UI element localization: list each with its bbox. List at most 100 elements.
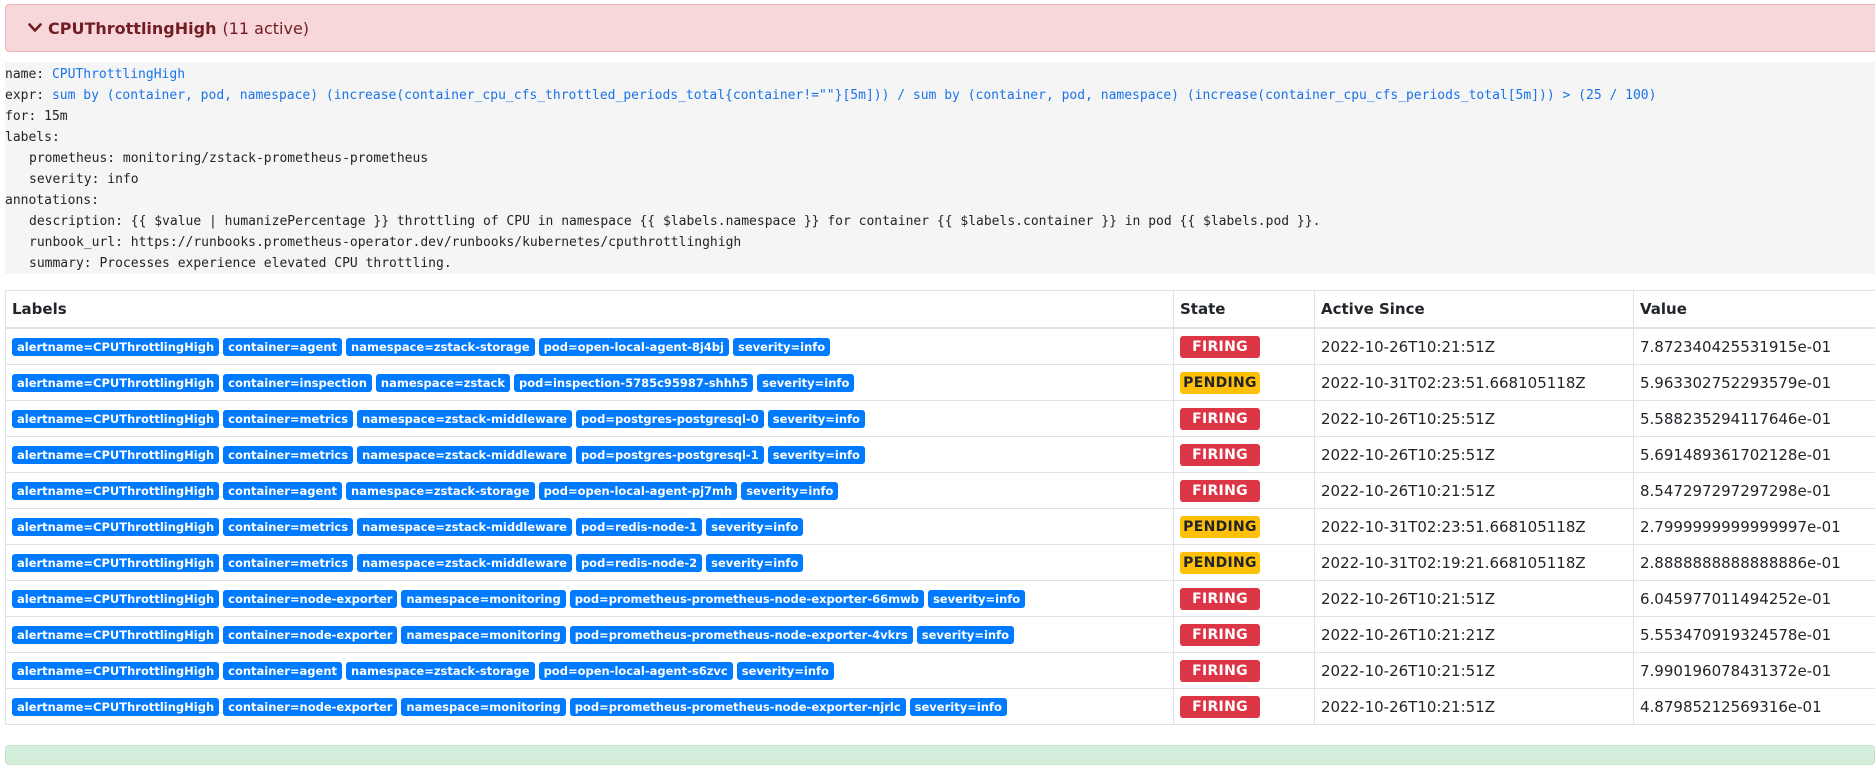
table-row: alertname=CPUThrottlingHighcontainer=nod… <box>6 581 1875 617</box>
rule-annotation-runbook: runbook_url: https://runbooks.prometheus… <box>5 232 1875 253</box>
label-badge: alertname=CPUThrottlingHigh <box>12 554 219 572</box>
value-cell: 7.872340425531915e-01 <box>1634 328 1875 365</box>
state-badge: FIRING <box>1180 408 1260 430</box>
rule-name-link[interactable]: CPUThrottlingHigh <box>52 67 185 82</box>
label-badge: pod=open-local-agent-s6zvc <box>539 662 733 680</box>
alert-group-name[interactable]: CPUThrottlingHigh <box>48 19 216 38</box>
table-row: alertname=CPUThrottlingHighcontainer=met… <box>6 545 1875 581</box>
labels-cell: alertname=CPUThrottlingHighcontainer=nod… <box>6 689 1174 725</box>
label-badge: namespace=monitoring <box>401 698 565 716</box>
table-row: alertname=CPUThrottlingHighcontainer=ins… <box>6 365 1875 401</box>
state-cell: FIRING <box>1174 437 1315 473</box>
label-badge: alertname=CPUThrottlingHigh <box>12 626 219 644</box>
value-cell: 7.990196078431372e-01 <box>1634 653 1875 689</box>
state-badge: FIRING <box>1180 480 1260 502</box>
label-badge: severity=info <box>917 626 1014 644</box>
rule-expr-link[interactable]: sum by (container, pod, namespace) (incr… <box>52 88 1656 103</box>
label-badge: pod=open-local-agent-pj7mh <box>539 482 738 500</box>
chevron-down-icon[interactable] <box>28 22 42 34</box>
column-header-labels: Labels <box>6 291 1174 329</box>
value-cell: 5.553470919324578e-01 <box>1634 617 1875 653</box>
label-badge: container=agent <box>223 662 342 680</box>
state-cell: FIRING <box>1174 689 1315 725</box>
label-badge: pod=postgres-postgresql-1 <box>576 446 764 464</box>
table-row: alertname=CPUThrottlingHighcontainer=met… <box>6 509 1875 545</box>
label-badge: namespace=zstack-storage <box>346 482 535 500</box>
alert-group-count: (11 active) <box>222 19 309 38</box>
active-since-cell: 2022-10-26T10:21:51Z <box>1315 473 1634 509</box>
label-badge: container=metrics <box>223 410 353 428</box>
active-since-cell: 2022-10-26T10:25:51Z <box>1315 401 1634 437</box>
table-row: alertname=CPUThrottlingHighcontainer=nod… <box>6 617 1875 653</box>
active-since-cell: 2022-10-31T02:23:51.668105118Z <box>1315 509 1634 545</box>
labels-cell: alertname=CPUThrottlingHighcontainer=met… <box>6 545 1174 581</box>
label-badge: alertname=CPUThrottlingHigh <box>12 518 219 536</box>
label-badge: container=metrics <box>223 554 353 572</box>
state-badge: PENDING <box>1180 372 1260 394</box>
label-badge: alertname=CPUThrottlingHigh <box>12 482 219 500</box>
table-row: alertname=CPUThrottlingHighcontainer=met… <box>6 401 1875 437</box>
label-badge: alertname=CPUThrottlingHigh <box>12 338 219 356</box>
value-cell: 4.87985212569316e-01 <box>1634 689 1875 725</box>
next-alert-group-header[interactable] <box>5 745 1875 765</box>
label-badge: pod=prometheus-prometheus-node-exporter-… <box>570 626 913 644</box>
labels-cell: alertname=CPUThrottlingHighcontainer=nod… <box>6 617 1174 653</box>
state-badge: FIRING <box>1180 444 1260 466</box>
table-row: alertname=CPUThrottlingHighcontainer=age… <box>6 473 1875 509</box>
alert-group-header[interactable]: CPUThrottlingHigh (11 active) <box>5 4 1875 52</box>
label-badge: namespace=monitoring <box>401 590 565 608</box>
label-badge: namespace=monitoring <box>401 626 565 644</box>
label-badge: pod=prometheus-prometheus-node-exporter-… <box>570 698 906 716</box>
label-badge: pod=inspection-5785c95987-shhh5 <box>514 374 753 392</box>
active-since-cell: 2022-10-26T10:21:21Z <box>1315 617 1634 653</box>
rule-annotations-key: annotations: <box>5 190 1875 211</box>
column-header-state: State <box>1174 291 1315 329</box>
label-badge: severity=info <box>768 446 865 464</box>
state-cell: FIRING <box>1174 617 1315 653</box>
labels-cell: alertname=CPUThrottlingHighcontainer=met… <box>6 509 1174 545</box>
value-cell: 5.691489361702128e-01 <box>1634 437 1875 473</box>
state-cell: FIRING <box>1174 653 1315 689</box>
column-header-value: Value <box>1634 291 1875 329</box>
table-row: alertname=CPUThrottlingHighcontainer=met… <box>6 437 1875 473</box>
table-row: alertname=CPUThrottlingHighcontainer=age… <box>6 653 1875 689</box>
label-badge: container=metrics <box>223 518 353 536</box>
table-row: alertname=CPUThrottlingHighcontainer=nod… <box>6 689 1875 725</box>
label-badge: severity=info <box>910 698 1007 716</box>
rule-annotation-summary: summary: Processes experience elevated C… <box>5 253 1875 274</box>
label-badge: pod=prometheus-prometheus-node-exporter-… <box>570 590 924 608</box>
column-header-active-since: Active Since <box>1315 291 1634 329</box>
labels-cell: alertname=CPUThrottlingHighcontainer=met… <box>6 437 1174 473</box>
label-badge: alertname=CPUThrottlingHigh <box>12 374 219 392</box>
label-badge: alertname=CPUThrottlingHigh <box>12 410 219 428</box>
active-since-cell: 2022-10-31T02:23:51.668105118Z <box>1315 365 1634 401</box>
labels-cell: alertname=CPUThrottlingHighcontainer=age… <box>6 653 1174 689</box>
label-badge: alertname=CPUThrottlingHigh <box>12 698 219 716</box>
rule-labels-key: labels: <box>5 127 1875 148</box>
table-row: alertname=CPUThrottlingHighcontainer=age… <box>6 328 1875 365</box>
label-badge: container=agent <box>223 482 342 500</box>
label-badge: pod=open-local-agent-8j4bj <box>539 338 729 356</box>
value-cell: 5.588235294117646e-01 <box>1634 401 1875 437</box>
rule-expr-key: expr: <box>5 88 44 103</box>
rule-annotation-description: description: {{ $value | humanizePercent… <box>5 211 1875 232</box>
active-since-cell: 2022-10-26T10:21:51Z <box>1315 689 1634 725</box>
active-since-cell: 2022-10-26T10:25:51Z <box>1315 437 1634 473</box>
label-badge: container=node-exporter <box>223 626 397 644</box>
active-since-cell: 2022-10-31T02:19:21.668105118Z <box>1315 545 1634 581</box>
label-badge: namespace=zstack-middleware <box>357 410 572 428</box>
value-cell: 8.547297297297298e-01 <box>1634 473 1875 509</box>
label-badge: namespace=zstack-storage <box>346 662 535 680</box>
state-cell: PENDING <box>1174 509 1315 545</box>
label-badge: pod=redis-node-2 <box>576 554 702 572</box>
rule-for-line: for: 15m <box>5 106 1875 127</box>
labels-cell: alertname=CPUThrottlingHighcontainer=met… <box>6 401 1174 437</box>
state-badge: FIRING <box>1180 588 1260 610</box>
labels-cell: alertname=CPUThrottlingHighcontainer=ins… <box>6 365 1174 401</box>
label-badge: namespace=zstack-middleware <box>357 554 572 572</box>
label-badge: namespace=zstack-storage <box>346 338 535 356</box>
value-cell: 6.045977011494252e-01 <box>1634 581 1875 617</box>
rule-label-severity: severity: info <box>5 169 1875 190</box>
label-badge: severity=info <box>706 554 803 572</box>
value-cell: 5.963302752293579e-01 <box>1634 365 1875 401</box>
